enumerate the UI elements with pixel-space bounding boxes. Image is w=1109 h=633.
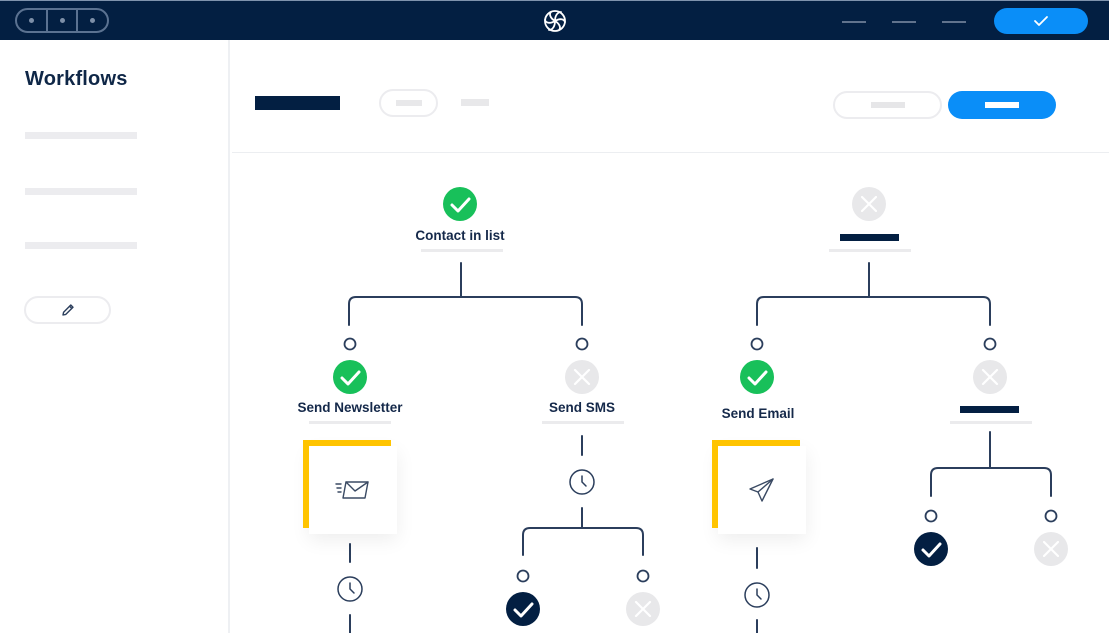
window-controls[interactable] [15,8,109,33]
window-control-1[interactable] [17,10,46,31]
header-tab[interactable] [461,99,489,106]
sidebar-title: Workflows [25,68,128,90]
dot-icon [59,18,65,23]
menu-placeholder-2[interactable] [892,21,916,23]
status-done-icon [914,532,948,566]
status-success-icon [740,360,774,394]
status-success-icon [443,187,477,221]
action-card-email[interactable] [712,440,806,534]
dot-icon [28,18,34,23]
status-inactive-icon [1034,532,1068,566]
node-label-send-email[interactable]: Send Email [722,406,795,421]
status-inactive-icon [973,360,1007,394]
port-icon [516,569,530,583]
node-label-send-newsletter[interactable]: Send Newsletter [297,400,402,415]
send-paper-plane-icon [749,478,774,502]
connector [522,527,644,556]
port-icon [636,569,650,583]
window-control-3[interactable] [76,10,107,31]
clock-icon [744,582,770,608]
node-label-send-sms[interactable]: Send SMS [549,400,615,415]
port-icon [983,337,997,351]
node-label-placeholder [960,406,1019,413]
connector [756,296,991,326]
connector [930,467,1052,497]
sidebar: Workflows [0,40,230,633]
label-underline [542,421,624,424]
top-bar [0,0,1109,40]
port-icon [750,337,764,351]
status-inactive-icon [852,187,886,221]
page-title [255,96,340,110]
status-success-icon [333,360,367,394]
dot-icon [90,18,96,23]
node-label-contact-in-list[interactable]: Contact in list [415,228,504,243]
node-label-placeholder [840,234,899,241]
page-header [232,40,1109,153]
label-underline [421,249,503,252]
secondary-button[interactable] [833,91,942,119]
port-icon [924,509,938,523]
status-inactive-icon [626,592,660,626]
menu-placeholder-1[interactable] [842,21,866,23]
clock-icon [569,469,595,495]
menu-placeholder-3[interactable] [942,21,966,23]
primary-button-label [985,102,1019,108]
status-pill[interactable] [379,89,438,117]
port-icon [343,337,357,351]
pencil-icon [61,304,74,316]
sidebar-item-1[interactable] [25,132,137,139]
primary-button[interactable] [948,91,1056,119]
brand-swirl-icon [544,10,566,32]
mail-fast-icon [335,481,369,499]
port-icon [575,337,589,351]
status-done-icon [506,592,540,626]
status-inactive-icon [565,360,599,394]
connector [348,296,583,326]
window-control-2[interactable] [45,10,77,31]
clock-icon [337,576,363,602]
check-icon [1034,16,1048,26]
label-underline [829,249,911,252]
confirm-button[interactable] [994,8,1088,34]
sidebar-item-2[interactable] [25,188,137,195]
pill-label [395,100,422,106]
edit-button[interactable] [24,296,111,324]
port-icon [1044,509,1058,523]
action-card-newsletter[interactable] [303,440,397,534]
label-underline [309,421,391,424]
sidebar-item-3[interactable] [25,242,137,249]
label-underline [950,421,1032,424]
secondary-button-label [870,102,905,108]
